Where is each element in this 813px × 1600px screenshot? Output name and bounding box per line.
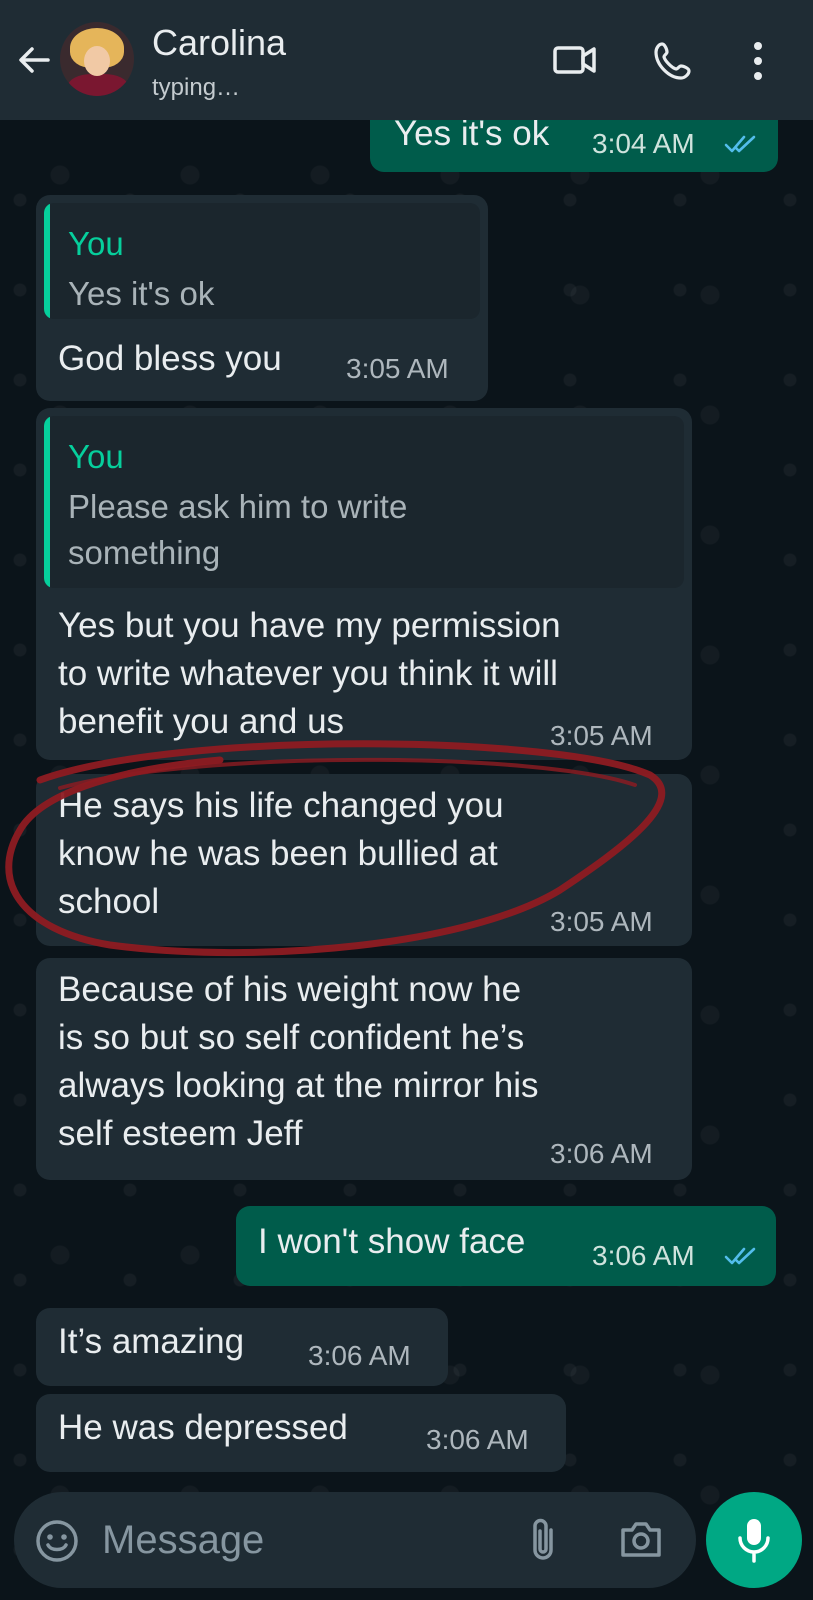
mic-icon	[738, 1519, 770, 1563]
read-ticks-icon	[724, 134, 758, 159]
camera-icon[interactable]	[618, 1518, 664, 1565]
message-text-line: school	[58, 882, 160, 921]
message-outgoing[interactable]: I won't show face 3:06 AM	[236, 1206, 776, 1286]
message-text: It’s amazing	[58, 1322, 245, 1361]
chat-header: Carolina typing…	[0, 0, 813, 120]
message-composer[interactable]: Message	[14, 1492, 696, 1588]
message-incoming[interactable]: He was depressed 3:06 AM	[36, 1394, 566, 1472]
contact-status: typing…	[152, 74, 241, 101]
reply-quote[interactable]: You Please ask him to write something	[44, 416, 684, 588]
message-text-line: always looking at the mirror his	[58, 1066, 539, 1105]
emoji-icon[interactable]	[34, 1518, 80, 1569]
message-time: 3:06 AM	[426, 1424, 529, 1455]
message-text-line: self esteem Jeff	[58, 1114, 303, 1153]
video-call-icon[interactable]	[552, 40, 598, 85]
message-incoming[interactable]: It’s amazing 3:06 AM	[36, 1308, 448, 1386]
quote-text: Yes it's ok	[68, 275, 215, 312]
voice-call-icon[interactable]	[652, 40, 696, 87]
message-time: 3:05 AM	[550, 720, 653, 751]
message-input[interactable]: Message	[102, 1518, 264, 1563]
contact-name[interactable]: Carolina	[152, 22, 286, 64]
quote-author: You	[68, 225, 124, 262]
back-arrow-icon[interactable]	[14, 40, 54, 80]
message-text-line: Yes but you have my permission	[58, 606, 561, 645]
message-time: 3:06 AM	[308, 1340, 411, 1371]
message-text-line: is so but so self confident he’s	[58, 1018, 525, 1057]
message-incoming[interactable]: He says his life changed you know he was…	[36, 774, 692, 946]
message-incoming[interactable]: You Yes it's ok God bless you 3:05 AM	[36, 195, 488, 401]
message-time: 3:06 AM	[592, 1240, 695, 1271]
message-text: I won't show face	[258, 1222, 526, 1261]
message-text: God bless you	[58, 339, 282, 378]
quote-text-line: Please ask him to write	[68, 488, 408, 525]
message-text-line: He says his life changed you	[58, 786, 504, 825]
attach-icon[interactable]	[526, 1516, 560, 1569]
message-time: 3:04 AM	[592, 128, 695, 159]
message-time: 3:05 AM	[346, 353, 449, 384]
message-time: 3:06 AM	[550, 1138, 653, 1169]
message-text-line: Because of his weight now he	[58, 970, 522, 1009]
message-text-line: know he was been bullied at	[58, 834, 498, 873]
quote-text-line: something	[68, 534, 221, 571]
message-incoming[interactable]: You Please ask him to write something Ye…	[36, 408, 692, 760]
more-options-icon[interactable]	[750, 40, 766, 87]
reply-quote[interactable]: You Yes it's ok	[44, 203, 480, 319]
read-ticks-icon	[724, 1246, 758, 1271]
mic-button[interactable]	[706, 1492, 802, 1588]
message-incoming[interactable]: Because of his weight now he is so but s…	[36, 958, 692, 1180]
message-text-line: benefit you and us	[58, 702, 345, 741]
contact-avatar[interactable]	[60, 22, 134, 96]
message-text-line: to write whatever you think it will	[58, 654, 558, 693]
message-time: 3:05 AM	[550, 906, 653, 937]
quote-author: You	[68, 438, 124, 475]
message-text: He was depressed	[58, 1408, 348, 1447]
